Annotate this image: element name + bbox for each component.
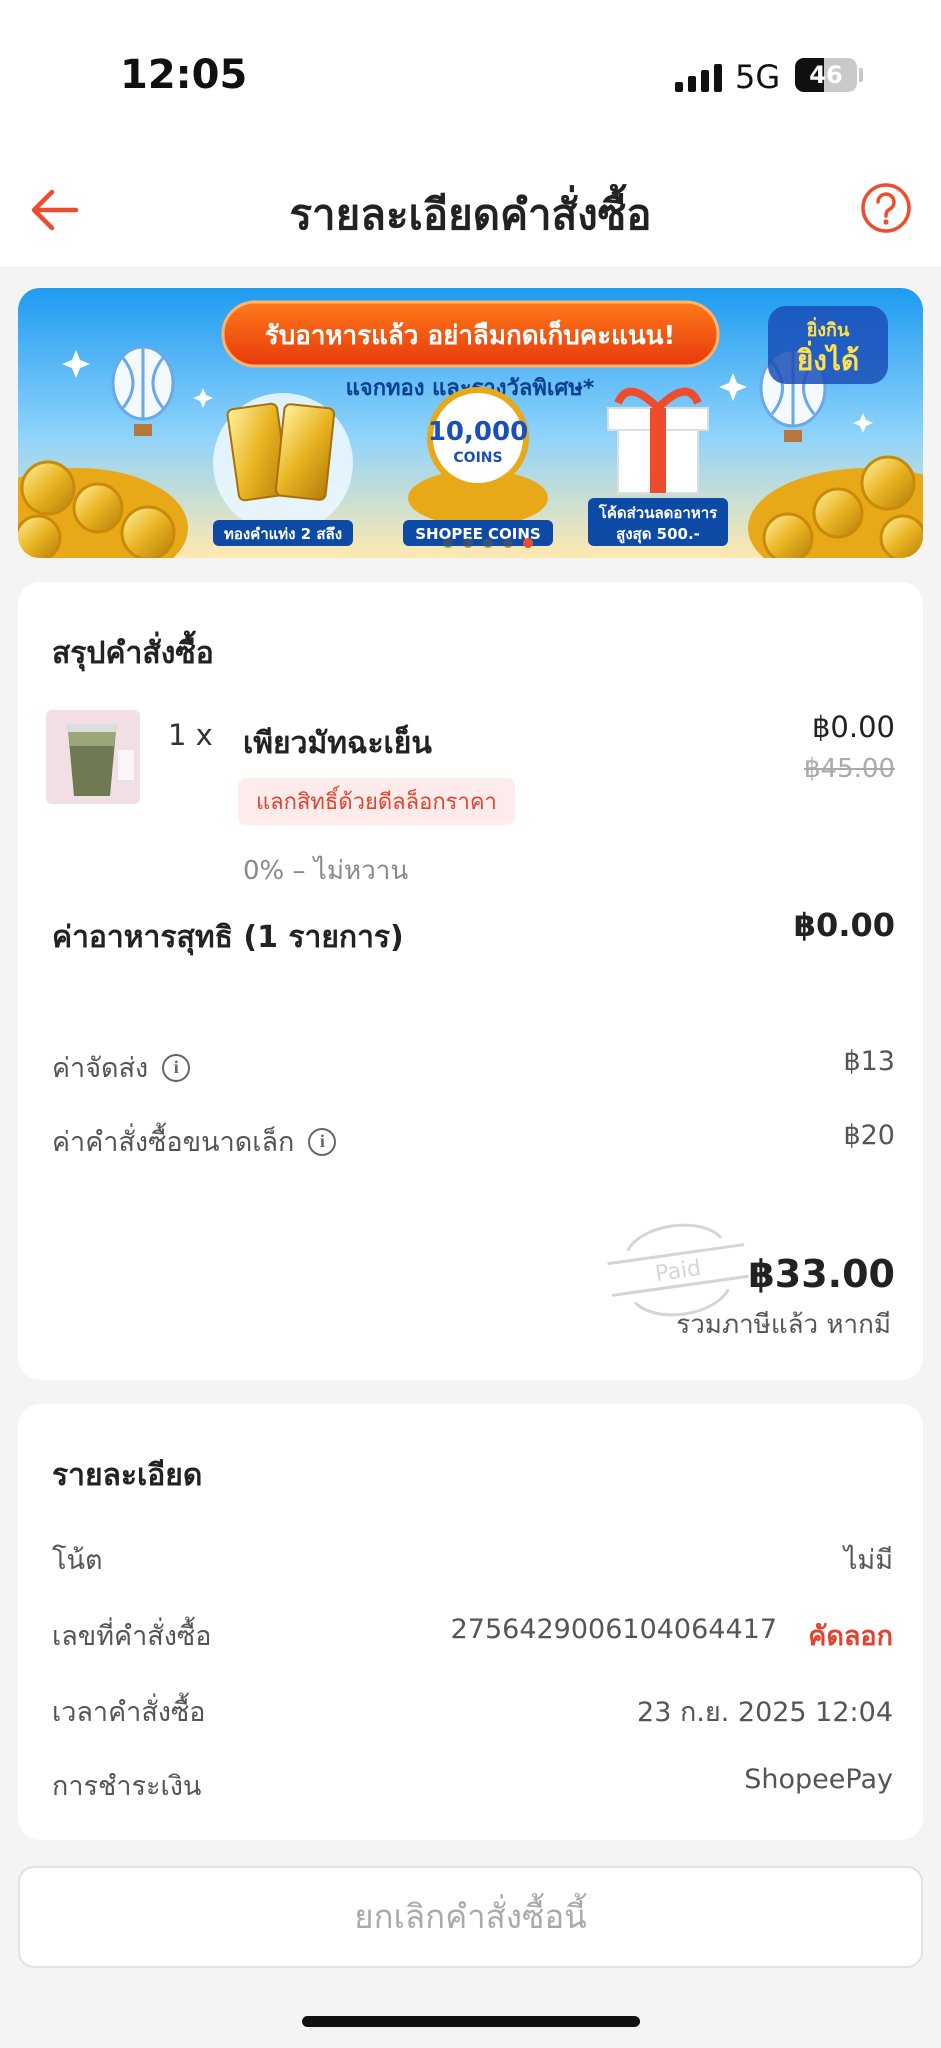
status-bar: 12:05 5G 46 xyxy=(0,0,941,150)
order-number-row: เลขที่คำสั่งซื้อ 2756429006104064417 คัด… xyxy=(52,1614,893,1654)
payment-value: ShopeePay xyxy=(744,1764,893,1795)
item-thumbnail[interactable] xyxy=(46,710,140,804)
small-order-fee-label: ค่าคำสั่งซื้อขนาดเล็ก xyxy=(52,1127,295,1158)
item-option: 0% – ไม่หวาน xyxy=(243,856,409,886)
delivery-fee-label: ค่าจัดส่ง xyxy=(52,1053,149,1084)
status-time: 12:05 xyxy=(120,52,248,98)
page-title: รายละเอียดคำสั่งซื้อ xyxy=(289,190,652,239)
total-note: รวมภาษีแล้ว หากมี xyxy=(676,1310,891,1340)
payment-row: การชำระเงิน ShopeePay xyxy=(52,1764,893,1804)
note-label: โน้ต xyxy=(52,1545,103,1576)
svg-text:ยิ่งได้: ยิ่งได้ xyxy=(796,340,859,377)
prize-gold-label: ทองคำแท่ง 2 สลึง xyxy=(224,525,342,543)
delivery-fee-value: ฿13 xyxy=(843,1046,895,1077)
info-icon[interactable]: i xyxy=(162,1053,191,1082)
order-number-label: เลขที่คำสั่งซื้อ xyxy=(52,1621,212,1652)
svg-text:ยิ่งกิน: ยิ่งกิน xyxy=(806,317,850,341)
prize-coins-label: SHOPEE COINS xyxy=(415,525,541,543)
delivery-fee-row: ค่าจัดส่ง i ฿13 xyxy=(52,1046,895,1086)
total-value: ฿33.00 xyxy=(748,1252,895,1296)
question-circle-icon xyxy=(861,183,911,233)
svg-text:COINS: COINS xyxy=(453,450,502,466)
battery-tip xyxy=(859,68,863,82)
order-time-label: เวลาคำสั่งซื้อ xyxy=(52,1697,206,1728)
svg-text:10,000: 10,000 xyxy=(428,417,528,447)
header: รายละเอียดคำสั่งซื้อ xyxy=(0,150,941,268)
note-row: โน้ต ไม่มี xyxy=(52,1538,893,1578)
order-time-value: 23 ก.ย. 2025 12:04 xyxy=(637,1697,893,1728)
order-details-card: รายละเอียด โน้ต ไม่มี เลขที่คำสั่งซื้อ 2… xyxy=(18,1404,923,1840)
cancel-order-button[interactable]: ยกเลิกคำสั่งซื้อนี้ xyxy=(18,1866,923,1968)
item-quantity: 1 x xyxy=(168,718,213,752)
prize-gold-bar: ทองคำแท่ง 2 สลึง xyxy=(213,393,353,546)
item-name: เพียวมัทฉะเย็น xyxy=(243,726,432,761)
promo-tag: แลกสิทธิ์ด้วยดีลล็อกราคา xyxy=(238,778,515,825)
copy-button[interactable]: คัดลอก xyxy=(808,1614,893,1657)
order-summary-card: สรุปคำสั่งซื้อ 1 x เพียวมัทฉะเย็น แลกสิท… xyxy=(18,582,923,1380)
payment-label: การชำระเงิน xyxy=(52,1771,202,1802)
subtotal-label: ค่าอาหารสุทธิ (1 รายการ) xyxy=(52,920,404,955)
note-value: ไม่มี xyxy=(843,1545,893,1576)
campaign-logo: ยิ่งกิน ยิ่งได้ xyxy=(768,306,888,384)
order-time-row: เวลาคำสั่งซื้อ 23 ก.ย. 2025 12:04 xyxy=(52,1690,893,1730)
subtotal-value: ฿0.00 xyxy=(793,906,895,944)
banner-headline: รับอาหารแล้ว อย่าลืมกดเก็บคะแนน! xyxy=(265,319,676,351)
svg-text:สูงสุด 500.-: สูงสุด 500.- xyxy=(616,525,700,544)
item-original-price: ฿45.00 xyxy=(804,754,895,784)
details-title: รายละเอียด xyxy=(52,1458,203,1493)
promo-banner[interactable]: รับอาหารแล้ว อย่าลืมกดเก็บคะแนน! แจกทอง … xyxy=(18,288,923,558)
svg-text:โค้ดส่วนลดอาหาร: โค้ดส่วนลดอาหาร xyxy=(598,503,718,522)
item-price: ฿0.00 xyxy=(811,710,895,744)
signal-icon xyxy=(675,62,722,92)
small-order-fee-value: ฿20 xyxy=(843,1120,895,1151)
small-order-fee-row: ค่าคำสั่งซื้อขนาดเล็ก i ฿20 xyxy=(52,1120,895,1160)
help-button[interactable] xyxy=(858,180,914,236)
network-type: 5G xyxy=(735,58,781,96)
battery-level: 46 xyxy=(809,61,843,89)
home-indicator[interactable] xyxy=(302,2016,640,2027)
order-number-value: 2756429006104064417 xyxy=(450,1614,777,1645)
summary-title: สรุปคำสั่งซื้อ xyxy=(52,636,214,671)
info-icon[interactable]: i xyxy=(308,1127,337,1156)
battery-icon: 46 xyxy=(795,58,857,92)
